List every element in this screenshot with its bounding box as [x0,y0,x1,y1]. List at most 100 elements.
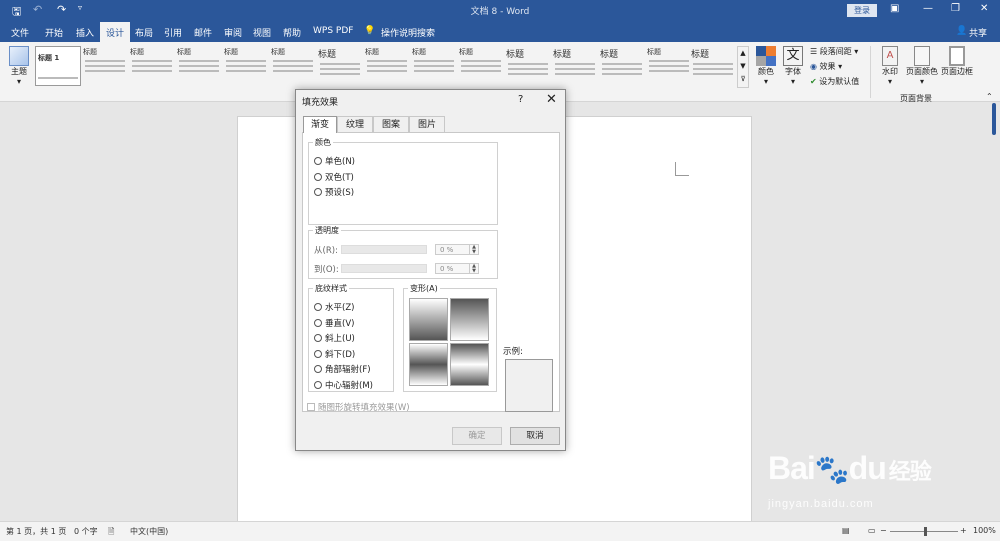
radio-diagonal-down[interactable]: 斜下(D) [314,348,355,360]
page-border-button[interactable]: 页面边框 [940,46,974,77]
share-icon[interactable]: 👤 [956,26,967,36]
zoom-in-icon[interactable]: + [960,526,967,535]
style-set-8[interactable]: 标题 [364,46,410,86]
page-color-button[interactable]: 页面颜色 ▾ [905,46,939,86]
checkmark-icon: ✔ [810,77,820,86]
variant-2[interactable] [450,298,489,341]
from-spinner[interactable]: 0 % ▲ ▼ [435,244,479,255]
style-set-label: 标题 [177,48,191,56]
to-spinner[interactable]: 0 % ▲ ▼ [435,263,479,274]
style-set-7[interactable]: 标题 [317,46,363,86]
radio-diagonal-up[interactable]: 斜上(U) [314,332,355,344]
radio-circle [314,173,322,181]
share-button[interactable]: 共享 [969,26,987,39]
minimize-icon[interactable]: — [923,3,933,14]
radio-vertical[interactable]: 垂直(V) [314,317,354,329]
language-indicator[interactable]: 中文(中国) [130,526,168,537]
tab-layout[interactable]: 布局 [135,26,153,39]
tab-file[interactable]: 文件 [11,26,29,39]
tab-pattern[interactable]: 图案 [373,116,409,132]
radio-horizontal[interactable]: 水平(Z) [314,301,354,313]
radio-preset[interactable]: 预设(S) [314,186,354,198]
style-gallery-scroll[interactable]: ▲ ▼ ⊽ [737,46,749,88]
colors-button[interactable]: 颜色 ▾ [754,46,778,86]
tab-view[interactable]: 视图 [253,26,271,39]
style-set-9[interactable]: 标题 [411,46,457,86]
variant-4[interactable] [450,343,489,386]
ribbon-display-icon[interactable]: ▣ [890,3,899,14]
scroll-thumb[interactable] [992,103,996,135]
theme-button[interactable]: 主题 ▾ [7,46,31,86]
web-layout-icon[interactable]: ▭ [868,526,876,535]
rotate-fill-checkbox[interactable]: 随图形旋转填充效果(W) [307,401,410,413]
style-set-first[interactable]: 标题 1 [35,46,81,86]
tab-picture[interactable]: 图片 [409,116,445,132]
page-count[interactable]: 第 1 页，共 1 页 [6,526,66,537]
proofing-icon[interactable]: 🗎 [108,526,114,540]
set-default-label: 设为默认值 [819,77,860,86]
restore-icon[interactable]: ❐ [951,3,960,14]
style-set-13[interactable]: 标题 [599,46,645,86]
spinner-arrows-icon[interactable]: ▲ ▼ [469,264,478,274]
tab-insert[interactable]: 插入 [76,26,94,39]
tab-references[interactable]: 引用 [164,26,182,39]
style-set-4[interactable]: 标题 [176,46,222,86]
close-icon[interactable]: ✕ [980,3,988,14]
style-set-14[interactable]: 标题 [646,46,692,86]
watermark-logo: Bai🐾du 经验 [768,450,932,487]
radio-two-colors[interactable]: 双色(T) [314,171,354,183]
transparency-legend: 透明度 [315,226,339,235]
tab-mailings[interactable]: 邮件 [194,26,212,39]
print-layout-icon[interactable]: ▤ [842,526,850,535]
fonts-button[interactable]: 文 字体 ▾ [782,46,804,86]
zoom-slider-thumb[interactable] [924,527,927,536]
style-set-3[interactable]: 标题 [129,46,175,86]
tab-review[interactable]: 审阅 [224,26,242,39]
tab-gradient[interactable]: 渐变 [303,116,337,133]
style-set-12[interactable]: 标题 [552,46,598,86]
radio-from-corner[interactable]: 角部辐射(F) [314,363,371,375]
style-set-11[interactable]: 标题 [505,46,551,86]
cancel-button[interactable]: 取消 [510,427,560,445]
tab-texture[interactable]: 纹理 [337,116,373,132]
style-set-first-label: 标题 1 [38,54,60,62]
style-set-15[interactable]: 标题 [690,46,736,86]
radio-from-center[interactable]: 中心辐射(M) [314,379,373,391]
effects-button[interactable]: ◉ 效果 ▾ [810,61,842,72]
tab-help[interactable]: 帮助 [283,26,301,39]
tab-wps-pdf[interactable]: WPS PDF [313,26,353,36]
watermark-label: 水印 [882,67,898,76]
radio-one-color[interactable]: 单色(N) [314,155,355,167]
style-set-2[interactable]: 标题 [82,46,128,86]
paw-icon: 🐾 [814,454,850,485]
collapse-ribbon-icon[interactable]: ⌃ [986,92,993,101]
dialog-close-button[interactable]: ✕ [546,92,557,107]
from-value: 0 % [440,246,454,254]
zoom-level[interactable]: 100% [973,526,996,535]
tab-home[interactable]: 开始 [45,26,63,39]
tell-me-search[interactable]: 操作说明搜索 [381,26,435,39]
variant-1[interactable] [409,298,448,341]
radio-circle [314,188,322,196]
watermark-button[interactable]: A 水印 ▾ [876,46,904,86]
page-border-icon [949,46,965,66]
theme-icon [9,46,29,66]
word-count[interactable]: 0 个字 [74,526,98,537]
login-button[interactable]: 登录 [847,4,877,17]
paragraph-spacing-button[interactable]: ☰ 段落间距 ▾ [810,46,858,57]
style-set-5[interactable]: 标题 [223,46,269,86]
vertical-scrollbar[interactable] [988,103,1000,521]
style-set-6[interactable]: 标题 [270,46,316,86]
variant-3[interactable] [409,343,448,386]
help-button[interactable]: ? [518,94,523,105]
ok-button[interactable]: 确定 [452,427,502,445]
zoom-out-icon[interactable]: − [880,526,887,535]
spinner-arrows-icon[interactable]: ▲ ▼ [469,245,478,255]
to-slider[interactable] [341,264,427,273]
tab-design[interactable]: 设计 [100,22,131,42]
set-default-button[interactable]: ✔ 设为默认值 [810,76,859,87]
from-slider[interactable] [341,245,427,254]
page-border-label: 页面边框 [941,67,973,76]
style-set-label: 标题 [365,48,379,56]
style-set-10[interactable]: 标题 [458,46,504,86]
